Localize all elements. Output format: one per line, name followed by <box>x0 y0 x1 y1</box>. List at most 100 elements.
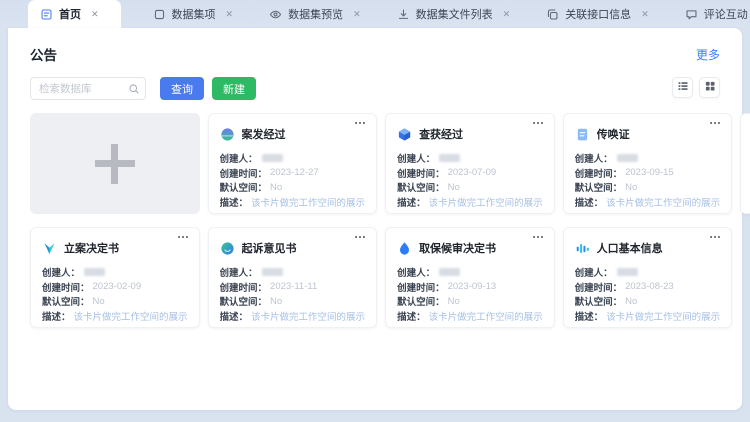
dataset-card[interactable]: 取保候审决定书 创建人： 创建时间： 2023-09-13 默认空间： No 描… <box>385 227 555 328</box>
created-value: 2023-09-15 <box>625 167 674 178</box>
created-field: 创建时间： 2023-08-23 <box>575 280 721 295</box>
default-space-label: 默认空间： <box>397 294 445 308</box>
dataset-card[interactable]: 案发经过 创建人： 创建时间： 2023-12-27 默认空间： No 描述： … <box>208 113 378 214</box>
default-space-label: 默认空间： <box>220 180 268 194</box>
dataset-card[interactable]: 检验报告 创建人： 创建时间： 2023-07-06 默认空间： No 描述： … <box>740 113 750 214</box>
description-field: 描述： 该卡片做完工作空间的展示 <box>220 309 366 324</box>
created-field: 创建时间： 2023-12-27 <box>220 166 366 181</box>
creator-field: 创建人： <box>397 151 543 166</box>
tab-close-icon[interactable]: ✕ <box>503 9 511 20</box>
creator-field: 创建人： <box>575 151 721 166</box>
tab-bar: 首页 ✕ 数据集项 ✕ 数据集预览 ✕ 数据集文件列表 ✕ 关联接口信息 ✕ 评… <box>0 0 750 28</box>
create-button[interactable]: 新建 <box>212 77 256 100</box>
created-field: 创建时间： 2023-07-09 <box>397 166 543 181</box>
more-options-icon[interactable] <box>353 230 367 249</box>
grid-view-button[interactable] <box>699 77 720 98</box>
list-view-icon <box>677 79 689 97</box>
search-box <box>30 77 146 100</box>
description-label: 描述： <box>397 309 426 323</box>
card-fields: 创建人： 创建时间： 2023-08-23 默认空间： No 描述： 该卡片做完… <box>575 265 721 323</box>
description-field: 描述： 该卡片做完工作空间的展示 <box>575 195 721 210</box>
card-title: 查获经过 <box>419 126 463 142</box>
more-link[interactable]: 更多 <box>696 46 720 63</box>
tab-close-icon[interactable]: ✕ <box>353 9 361 20</box>
more-options-icon[interactable] <box>708 230 722 249</box>
description-value: 该卡片做完工作空间的展示 <box>606 195 720 209</box>
query-button[interactable]: 查询 <box>160 77 204 100</box>
bird-icon <box>42 241 57 256</box>
creator-field: 创建人： <box>220 265 366 280</box>
dataset-card[interactable]: 查获经过 创建人： 创建时间： 2023-07-09 默认空间： No 描述： … <box>385 113 555 214</box>
creator-redacted-value <box>262 154 283 162</box>
tab-close-icon[interactable]: ✕ <box>641 9 649 20</box>
created-label: 创建时间： <box>397 280 445 294</box>
plus-icon <box>95 144 135 184</box>
card-header: 传唤证 <box>575 126 721 142</box>
more-options-icon[interactable] <box>531 116 545 135</box>
dataset-card[interactable]: 人口基本信息 创建人： 创建时间： 2023-08-23 默认空间： No 描述… <box>563 227 733 328</box>
dataset-card[interactable]: 传唤证 创建人： 创建时间： 2023-09-15 默认空间： No 描述： 该… <box>563 113 733 214</box>
card-header: 人口基本信息 <box>575 240 721 256</box>
card-title: 取保候审决定书 <box>419 240 496 256</box>
more-options-icon[interactable] <box>176 230 190 249</box>
default-space-field: 默认空间： No <box>42 294 188 309</box>
card-header: 查获经过 <box>397 126 543 142</box>
creator-redacted-value <box>617 268 638 276</box>
tab-数据集预览[interactable]: 数据集预览 ✕ <box>259 0 371 28</box>
more-options-icon[interactable] <box>708 116 722 135</box>
creator-field: 创建人： <box>220 151 366 166</box>
more-options-icon[interactable] <box>531 230 545 249</box>
grid-view-icon <box>704 79 716 97</box>
card-fields: 创建人： 创建时间： 2023-12-27 默认空间： No 描述： 该卡片做完… <box>220 151 366 209</box>
default-space-field: 默认空间： No <box>220 294 366 309</box>
tab-label: 关联接口信息 <box>565 6 631 22</box>
comment-icon <box>685 8 698 21</box>
creator-redacted-value <box>617 154 638 162</box>
description-value: 该卡片做完工作空间的展示 <box>429 309 543 323</box>
description-label: 描述： <box>397 195 426 209</box>
creator-label: 创建人： <box>220 265 258 279</box>
created-value: 2023-09-13 <box>448 281 497 292</box>
tab-label: 数据集预览 <box>288 6 343 22</box>
card-title: 人口基本信息 <box>597 240 663 256</box>
description-field: 描述： 该卡片做完工作空间的展示 <box>397 195 543 210</box>
default-space-field: 默认空间： No <box>220 180 366 195</box>
tab-close-icon[interactable]: ✕ <box>91 9 99 20</box>
creator-redacted-value <box>439 268 460 276</box>
dataset-card[interactable]: 起诉意见书 创建人： 创建时间： 2023-11-11 默认空间： No 描述：… <box>208 227 378 328</box>
tab-首页[interactable]: 首页 ✕ <box>28 0 121 28</box>
dataset-card[interactable]: 立案决定书 创建人： 创建时间： 2023-02-09 默认空间： No 描述：… <box>30 227 200 328</box>
created-label: 创建时间： <box>575 280 623 294</box>
tab-关联接口信息[interactable]: 关联接口信息 ✕ <box>536 0 659 28</box>
more-options-icon[interactable] <box>353 116 367 135</box>
list-view-button[interactable] <box>672 77 693 98</box>
created-value: 2023-11-11 <box>270 281 317 292</box>
card-header: 起诉意见书 <box>220 240 366 256</box>
description-label: 描述： <box>575 195 604 209</box>
tab-数据集文件列表[interactable]: 数据集文件列表 ✕ <box>387 0 521 28</box>
default-space-value: No <box>625 182 637 193</box>
tab-评论互动[interactable]: 评论互动 ✕ <box>675 0 750 28</box>
search-icon <box>128 82 140 100</box>
tab-label: 评论互动 <box>704 6 748 22</box>
created-field: 创建时间： 2023-02-09 <box>42 280 188 295</box>
tab-数据集项[interactable]: 数据集项 ✕ <box>143 0 244 28</box>
tab-label: 数据集项 <box>172 6 216 22</box>
tab-label: 数据集文件列表 <box>416 6 493 22</box>
doc-icon <box>40 8 53 21</box>
screen: 首页 ✕ 数据集项 ✕ 数据集预览 ✕ 数据集文件列表 ✕ 关联接口信息 ✕ 评… <box>0 0 750 422</box>
creator-redacted-value <box>439 154 460 162</box>
download-icon <box>397 8 410 21</box>
created-value: 2023-02-09 <box>93 281 142 292</box>
card-title: 起诉意见书 <box>242 240 297 256</box>
panel-header: 公告 更多 <box>30 44 720 64</box>
creator-label: 创建人： <box>575 151 613 165</box>
creator-label: 创建人： <box>397 265 435 279</box>
description-value: 该卡片做完工作空间的展示 <box>251 195 365 209</box>
card-title: 立案决定书 <box>64 240 119 256</box>
card-fields: 创建人： 创建时间： 2023-09-13 默认空间： No 描述： 该卡片做完… <box>397 265 543 323</box>
tab-close-icon[interactable]: ✕ <box>226 9 234 20</box>
add-card[interactable] <box>30 113 200 214</box>
default-space-field: 默认空间： No <box>397 180 543 195</box>
card-fields: 创建人： 创建时间： 2023-09-15 默认空间： No 描述： 该卡片做完… <box>575 151 721 209</box>
